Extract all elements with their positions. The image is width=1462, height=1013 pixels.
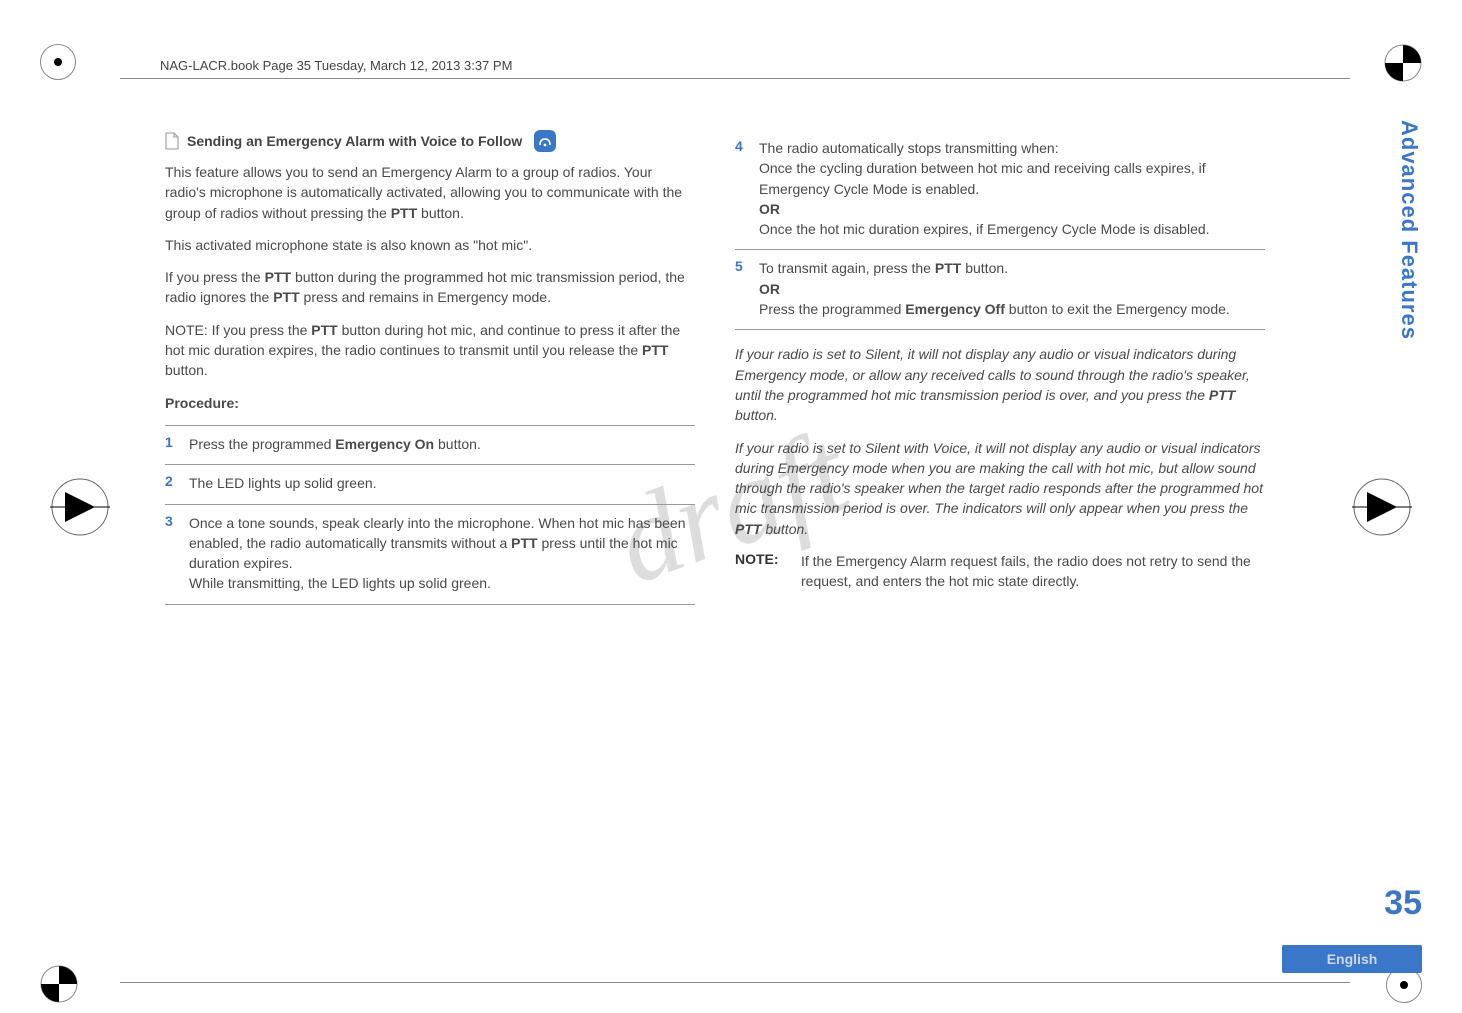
italic-note-1: If your radio is set to Silent, it will … (735, 344, 1265, 425)
registration-mark-bottom-left (40, 965, 78, 1003)
paragraph: If you press the PTT button during the p… (165, 267, 695, 308)
note-text: If the Emergency Alarm request fails, th… (801, 551, 1265, 592)
step-text: The LED lights up solid green. (189, 473, 695, 493)
step-text: The radio automatically stops transmitti… (759, 138, 1265, 239)
step-4: 4 The radio automatically stops transmit… (735, 130, 1265, 249)
step-1: 1 Press the programmed Emergency On butt… (165, 425, 695, 464)
step-number: 1 (165, 434, 179, 454)
paragraph: This activated microphone state is also … (165, 235, 695, 255)
step-2: 2 The LED lights up solid green. (165, 464, 695, 503)
content-area: Sending an Emergency Alarm with Voice to… (165, 130, 1265, 605)
language-indicator: English (1282, 945, 1422, 973)
step-text: To transmit again, press the PTT button.… (759, 258, 1265, 319)
feature-badge-icon (534, 130, 556, 152)
registration-mark-top-left (40, 44, 76, 80)
paragraph: NOTE: If you press the PTT button during… (165, 320, 695, 381)
note-label: NOTE: (735, 551, 791, 592)
document-icon (165, 132, 179, 150)
step-number: 4 (735, 138, 749, 239)
page: draft NAG-LACR.book Page 35 Tuesday, Mar… (0, 0, 1462, 1013)
procedure-label: Procedure: (165, 393, 695, 413)
section-heading: Sending an Emergency Alarm with Voice to… (165, 130, 695, 152)
step-5: 5 To transmit again, press the PTT butto… (735, 249, 1265, 330)
step-number: 2 (165, 473, 179, 493)
step-number: 3 (165, 513, 179, 594)
right-column: 4 The radio automatically stops transmit… (735, 130, 1265, 605)
header-rule (120, 78, 1350, 79)
footer-rule (120, 982, 1350, 983)
sidebar-section-tab: Advanced Features (1396, 120, 1422, 340)
step-text: Once a tone sounds, speak clearly into t… (189, 513, 695, 594)
header-file-path: NAG-LACR.book Page 35 Tuesday, March 12,… (160, 58, 512, 73)
note-block: NOTE: If the Emergency Alarm request fai… (735, 551, 1265, 592)
step-3: 3 Once a tone sounds, speak clearly into… (165, 504, 695, 605)
paragraph: This feature allows you to send an Emerg… (165, 162, 695, 223)
crop-mark-left (50, 477, 110, 537)
crop-mark-right (1352, 477, 1412, 537)
step-number: 5 (735, 258, 749, 319)
registration-mark-top-right (1384, 44, 1422, 82)
italic-note-2: If your radio is set to Silent with Voic… (735, 438, 1265, 539)
page-number: 35 (1384, 884, 1422, 923)
step-text: Press the programmed Emergency On button… (189, 434, 695, 454)
left-column: Sending an Emergency Alarm with Voice to… (165, 130, 695, 605)
section-title-text: Sending an Emergency Alarm with Voice to… (187, 133, 522, 149)
